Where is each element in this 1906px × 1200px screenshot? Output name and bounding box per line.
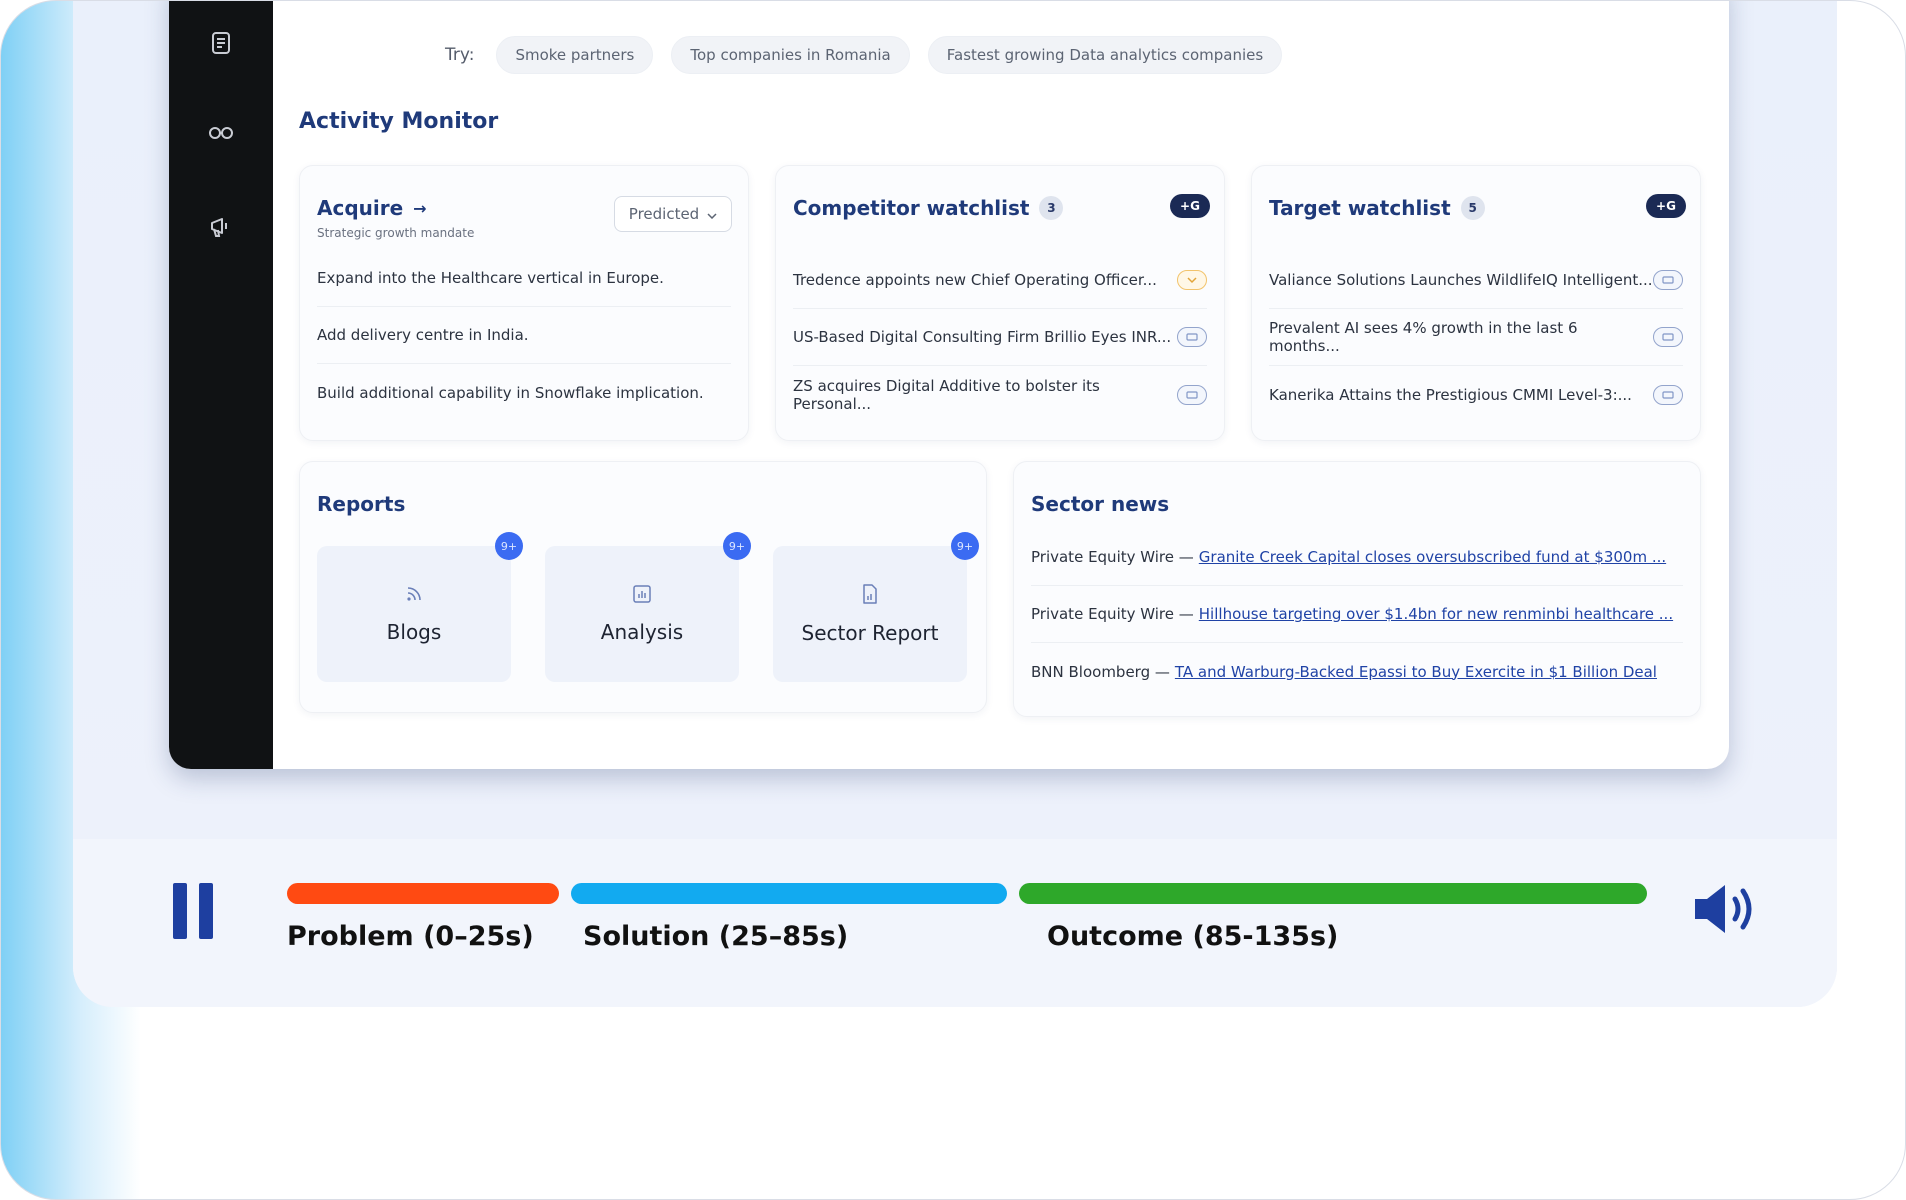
reports-title: Reports [317, 492, 406, 516]
acquire-title-text: Acquire [317, 196, 404, 220]
timeline-segment-problem[interactable] [287, 883, 559, 904]
reports-card: Reports 9+ Blogs 9+ Analysis 9+ Sector R… [299, 461, 987, 713]
arrow-right-icon: → [413, 198, 427, 218]
news-item-text: US-Based Digital Consulting Firm Brillio… [793, 328, 1172, 346]
alert-icon[interactable] [1177, 270, 1207, 290]
news-source: Private Equity Wire — [1031, 548, 1194, 566]
news-item[interactable]: US-Based Digital Consulting Firm Brillio… [793, 309, 1207, 366]
acquire-subtitle: Strategic growth mandate [317, 226, 475, 240]
app-window: Try: Smoke partners Top companies in Rom… [169, 1, 1729, 769]
news-item[interactable]: ZS acquires Digital Additive to bolster … [793, 366, 1207, 423]
news-item-text: Tredence appoints new Chief Operating Of… [793, 271, 1157, 289]
competitor-watchlist-card: Competitor watchlist 3 +G Tredence appoi… [775, 165, 1225, 441]
video-stage: Try: Smoke partners Top companies in Rom… [73, 1, 1837, 1007]
suggestion-chip[interactable]: Fastest growing Data analytics companies [927, 36, 1283, 74]
acquire-title[interactable]: Acquire → [317, 196, 427, 220]
pause-button[interactable] [173, 883, 213, 939]
segment-label: Outcome (85-135s) [1047, 921, 1339, 952]
chevron-down-icon [707, 205, 717, 223]
add-g-button[interactable]: +G [1170, 194, 1210, 218]
pause-icon-bar [173, 883, 187, 939]
list-item[interactable]: Build additional capability in Snowflake… [317, 364, 731, 421]
message-icon[interactable] [1653, 327, 1683, 347]
report-tile-analysis[interactable]: 9+ Analysis [545, 532, 751, 682]
sector-news-item: BNN Bloomberg — TA and Warburg-Backed Ep… [1031, 643, 1683, 700]
count-badge: 9+ [495, 532, 523, 560]
predicted-dropdown[interactable]: Predicted [614, 196, 732, 232]
competitor-watchlist-title: Competitor watchlist 3 [793, 196, 1064, 220]
megaphone-icon[interactable] [205, 211, 237, 243]
rss-icon [404, 584, 424, 608]
add-g-button[interactable]: +G [1646, 194, 1686, 218]
news-source: Private Equity Wire — [1031, 605, 1194, 623]
dropdown-value: Predicted [628, 205, 700, 223]
file-chart-icon [860, 583, 880, 609]
timeline-segment-solution[interactable] [571, 883, 1007, 904]
main-content: Try: Smoke partners Top companies in Rom… [273, 1, 1729, 769]
news-item-text: Prevalent AI sees 4% growth in the last … [1269, 319, 1578, 355]
news-item[interactable]: Kanerika Attains the Prestigious CMMI Le… [1269, 366, 1683, 423]
message-icon[interactable] [1653, 270, 1683, 290]
list-item[interactable]: Add delivery centre in India. [317, 307, 731, 364]
report-tile-blogs[interactable]: 9+ Blogs [317, 532, 523, 682]
report-tile-label: Blogs [386, 620, 442, 644]
activity-monitor-title: Activity Monitor [299, 109, 499, 134]
sector-news-card: Sector news Private Equity Wire — Granit… [1013, 461, 1701, 717]
news-item-text: Valiance Solutions Launches WildlifeIQ I… [1269, 271, 1653, 289]
news-item[interactable]: Valiance Solutions Launches WildlifeIQ I… [1269, 252, 1683, 309]
news-item-text: Kanerika Attains the Prestigious CMMI Le… [1269, 385, 1632, 404]
sector-news-title: Sector news [1031, 492, 1170, 516]
competitor-title-text: Competitor watchlist [793, 196, 1030, 220]
target-watchlist-title: Target watchlist 5 [1269, 196, 1485, 220]
message-icon[interactable] [1653, 384, 1683, 405]
video-player-controls: Problem (0–25s) Solution (25–85s) Outcom… [73, 839, 1837, 1007]
suggestion-chip[interactable]: Smoke partners [496, 36, 654, 74]
count-badge: 5 [1460, 196, 1485, 220]
news-source: BNN Bloomberg — [1031, 662, 1170, 681]
list-item[interactable]: Expand into the Healthcare vertical in E… [317, 250, 731, 307]
news-item[interactable]: Tredence appoints new Chief Operating Of… [793, 252, 1207, 309]
try-label: Try: [445, 45, 475, 65]
message-icon[interactable] [1177, 327, 1207, 347]
news-link[interactable]: Hillhouse targeting over $1.4bn for new … [1199, 605, 1673, 623]
target-title-text: Target watchlist [1269, 196, 1451, 220]
glasses-icon[interactable] [205, 117, 237, 149]
list-item-text: Add delivery centre in India. [317, 326, 529, 344]
report-tile-sector-report[interactable]: 9+ Sector Report [773, 532, 979, 682]
try-suggestions: Try: Smoke partners Top companies in Rom… [445, 36, 1283, 74]
document-icon[interactable] [205, 27, 237, 59]
suggestion-chip[interactable]: Top companies in Romania [671, 36, 910, 74]
list-item-text: Expand into the Healthcare vertical in E… [317, 269, 664, 287]
news-item-text: ZS acquires Digital Additive to bolster … [793, 376, 1100, 413]
segment-label: Problem (0–25s) [287, 921, 534, 952]
sector-news-item: Private Equity Wire — Hillhouse targetin… [1031, 586, 1683, 643]
sidebar [169, 1, 273, 769]
timeline-segment-outcome[interactable] [1019, 883, 1647, 904]
bar-chart-icon [632, 584, 652, 608]
sector-news-item: Private Equity Wire — Granite Creek Capi… [1031, 529, 1683, 586]
target-watchlist-card: Target watchlist 5 +G Valiance Solutions… [1251, 165, 1701, 441]
outer-frame: Try: Smoke partners Top companies in Rom… [0, 0, 1906, 1200]
volume-icon[interactable] [1691, 879, 1763, 943]
report-tile-label: Sector Report [801, 621, 939, 645]
acquire-card: Acquire → Strategic growth mandate Predi… [299, 165, 749, 441]
news-link[interactable]: TA and Warburg-Backed Epassi to Buy Exer… [1175, 663, 1657, 681]
count-badge: 9+ [723, 532, 751, 560]
count-badge: 3 [1039, 196, 1064, 220]
list-item-text: Build additional capability in Snowflake… [317, 383, 704, 402]
count-badge: 9+ [951, 532, 979, 560]
message-icon[interactable] [1177, 384, 1207, 405]
pause-icon-bar [199, 883, 213, 939]
news-link[interactable]: Granite Creek Capital closes oversubscri… [1199, 548, 1666, 566]
news-item[interactable]: Prevalent AI sees 4% growth in the last … [1269, 309, 1683, 366]
report-tile-label: Analysis [600, 620, 684, 644]
segment-label: Solution (25–85s) [583, 921, 849, 952]
